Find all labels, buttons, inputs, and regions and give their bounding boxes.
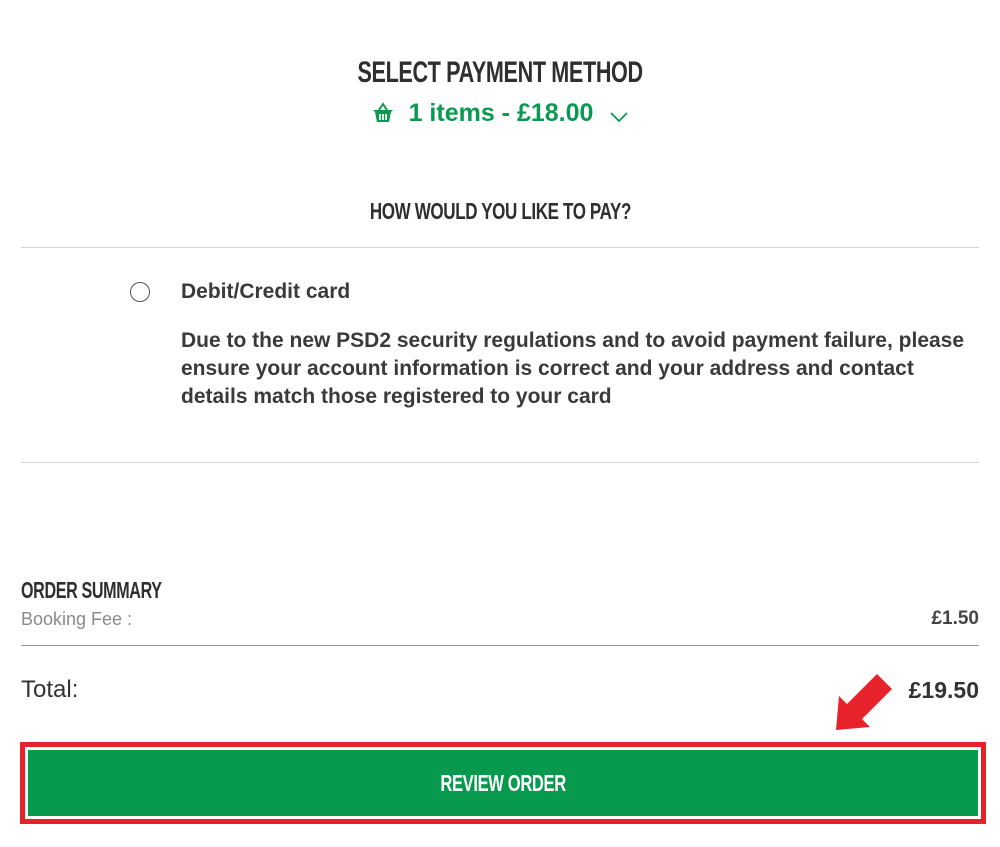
arrow-down-left-icon bbox=[832, 672, 894, 734]
payment-option-label[interactable]: Debit/Credit card bbox=[181, 277, 350, 307]
divider bbox=[21, 645, 979, 646]
order-summary-heading: ORDER SUMMARY bbox=[21, 577, 162, 603]
total-value: £19.50 bbox=[908, 677, 979, 703]
payment-option-radio[interactable] bbox=[130, 282, 150, 302]
payment-option-description: Due to the new PSD2 security regulations… bbox=[181, 329, 965, 408]
review-order-button[interactable]: REVIEW ORDER bbox=[28, 750, 978, 816]
basket-summary-text: 1 items - £18.00 bbox=[408, 99, 594, 127]
total-label: Total: bbox=[21, 676, 79, 703]
booking-fee-label: Booking Fee : bbox=[21, 609, 133, 629]
basket-icon bbox=[371, 100, 395, 124]
booking-fee-value: £1.50 bbox=[931, 608, 979, 629]
chevron-down-icon[interactable] bbox=[609, 102, 629, 123]
divider bbox=[21, 462, 979, 463]
divider bbox=[21, 247, 979, 248]
page-title: SELECT PAYMENT METHOD bbox=[357, 56, 643, 90]
payment-heading: HOW WOULD YOU LIKE TO PAY? bbox=[369, 198, 631, 225]
booking-fee-row: Booking Fee : £1.50 bbox=[21, 604, 979, 634]
basket-summary-toggle[interactable]: 1 items - £18.00 bbox=[0, 96, 1000, 130]
